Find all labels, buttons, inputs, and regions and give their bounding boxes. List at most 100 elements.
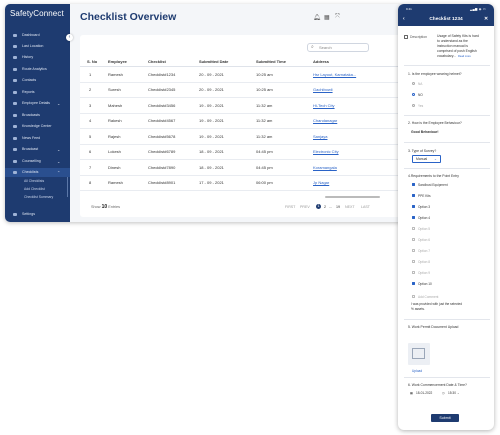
- address-link[interactable]: Sanjaya: [313, 134, 327, 139]
- sidebar-item-counselling[interactable]: Counselling ⌄: [5, 157, 70, 166]
- entries-selector[interactable]: Show 10 Entries: [91, 204, 120, 210]
- sidebar-item-contacts[interactable]: Contacts: [5, 76, 70, 85]
- requirement-checkbox[interactable]: [412, 260, 416, 264]
- sidebar-subitem-add-checklist[interactable]: Add Checklist: [24, 187, 45, 191]
- column-header[interactable]: Address: [313, 56, 403, 67]
- table-row[interactable]: 2 Suresh Checklist#2345 20 - 09 - 2021 10:25…: [80, 82, 403, 98]
- sidebar-item-reports[interactable]: Reports: [5, 88, 70, 97]
- requirement-checkbox[interactable]: [412, 249, 416, 253]
- survey-type-value: Manual: [416, 157, 428, 161]
- read-more-link[interactable]: Read more: [458, 55, 471, 58]
- requirement-checkbox[interactable]: [412, 282, 416, 286]
- comment-text[interactable]: % assets.: [411, 307, 425, 311]
- option-label: NA: [418, 82, 423, 86]
- commencement-date[interactable]: 18-01-2022: [416, 391, 432, 395]
- table-cell: Dinesh: [108, 159, 148, 176]
- table-cell: Chandanagar: [313, 113, 403, 129]
- address-link[interactable]: Hsr Layout, Karnataka...: [313, 72, 356, 77]
- add-comment-checkbox[interactable]: [412, 295, 416, 299]
- chevron-down-icon: ⌄: [57, 159, 61, 164]
- clock-icon[interactable]: ◷: [442, 391, 445, 395]
- sidebar-item-employee-details[interactable]: Employee Details ⌄: [5, 99, 70, 108]
- table-horizontal-scrollbar[interactable]: [325, 196, 380, 198]
- bell-icon[interactable]: 🔔︎: [313, 14, 321, 21]
- question-survey-type: 3. Type of Survey?: [408, 149, 437, 153]
- requirement-checkbox[interactable]: [412, 271, 416, 275]
- dashboard-icon: [13, 34, 17, 37]
- column-header[interactable]: Checklist: [148, 56, 199, 67]
- table-row[interactable]: 6 Lokesh Checklist#6789 18 - 09 - 2021 04:45…: [80, 144, 403, 160]
- behaviour-answer[interactable]: Good Behaviour!: [411, 130, 439, 134]
- table-row[interactable]: 7 Dinesh Checklist#7890 18 - 09 - 2021 04:45…: [80, 159, 403, 176]
- submit-button[interactable]: Submit: [431, 414, 459, 422]
- table-cell: Jp Nagar: [313, 175, 403, 191]
- table-row[interactable]: 4 Rakesh Checklist#4567 19 - 09 - 2021 11:32…: [80, 113, 403, 129]
- radio-yes[interactable]: [412, 104, 415, 107]
- calendar-icon[interactable]: ▦: [324, 14, 330, 21]
- sidebar-item-dashboard[interactable]: Dashboard: [5, 31, 70, 40]
- sidebar-subitem-checklist-summary[interactable]: Checklist Summary: [24, 195, 53, 199]
- search-input[interactable]: ⌕ Search: [307, 43, 369, 52]
- requirement-checkbox[interactable]: [412, 227, 416, 231]
- divider: [404, 142, 490, 143]
- requirement-checkbox[interactable]: [412, 205, 416, 209]
- sidebar-item-label: Broadcast: [22, 147, 39, 151]
- sidebar-item-route-analytics[interactable]: Route Analytics: [5, 65, 70, 74]
- column-header[interactable]: Submitted Date: [199, 56, 256, 67]
- reports-icon: [13, 91, 17, 94]
- sidebar-item-broadcast[interactable]: Broadcast ⌄: [5, 145, 70, 154]
- page-19-button[interactable]: 19: [336, 205, 340, 209]
- column-header[interactable]: S. No: [80, 56, 108, 67]
- table-cell: 20 - 09 - 2021: [199, 66, 256, 83]
- address-link[interactable]: Chandanagar: [313, 118, 337, 123]
- requirement-checkbox[interactable]: [412, 183, 416, 187]
- chevron-down-icon[interactable]: ⌄: [457, 391, 460, 395]
- table-row[interactable]: 8 Ramesh Checklist#8901 17 - 09 - 2021 06:00…: [80, 175, 403, 191]
- prev-page-button[interactable]: PREV: [300, 205, 310, 209]
- table-cell: 19 - 09 - 2021: [199, 128, 256, 145]
- table-row[interactable]: 1 Ramesh Checklist#1234 20 - 09 - 2021 10:25…: [80, 66, 403, 83]
- comment-text[interactable]: I was provided with just the selected: [411, 302, 462, 306]
- table-row[interactable]: 3 Mahesh Checklist#3456 19 - 09 - 2021 11:32…: [80, 97, 403, 114]
- sidebar-item-news-feed[interactable]: News Feed: [5, 134, 70, 143]
- address-link[interactable]: Gachibowli: [313, 87, 333, 92]
- sidebar-item-last-location[interactable]: Last Location: [5, 42, 70, 51]
- question-behaviour: 2. How is the Employee Behaviour?: [408, 121, 462, 125]
- image-placeholder-icon: [412, 348, 425, 359]
- first-page-button[interactable]: FIRST: [285, 205, 295, 209]
- upload-link[interactable]: Upload: [412, 369, 422, 373]
- sidebar-scrollbar[interactable]: [67, 177, 68, 197]
- requirement-checkbox[interactable]: [412, 216, 416, 220]
- sidebar-item-broadcasts[interactable]: Broadcasts: [5, 111, 70, 120]
- question-work-permit: 5. Work Permit Document Upload: [408, 325, 459, 329]
- entries-count[interactable]: 10: [102, 204, 108, 210]
- radio-no[interactable]: [412, 93, 415, 96]
- address-link[interactable]: Koramangala: [313, 165, 337, 170]
- survey-type-select[interactable]: Manual ⌄: [412, 155, 441, 163]
- last-page-button[interactable]: LAST: [361, 205, 370, 209]
- requirement-checkbox[interactable]: [412, 238, 416, 242]
- column-header[interactable]: Submitted Time: [256, 56, 313, 67]
- upload-box[interactable]: [408, 343, 430, 365]
- entries-label: Entries: [108, 205, 121, 209]
- table-row[interactable]: 5 Rajesh Checklist#5678 19 - 09 - 2021 11:32…: [80, 128, 403, 145]
- page-2-button[interactable]: 2: [324, 205, 326, 209]
- address-link[interactable]: Jp Nagar: [313, 180, 329, 185]
- address-link[interactable]: Electronic City: [313, 149, 339, 154]
- page-1-button[interactable]: 1: [316, 203, 321, 209]
- requirement-checkbox[interactable]: [412, 194, 416, 198]
- calendar-icon[interactable]: ▦: [410, 391, 413, 395]
- column-header[interactable]: Employee: [108, 56, 148, 67]
- address-link[interactable]: Hi-Tech City: [313, 103, 335, 108]
- commencement-time[interactable]: 15:30: [448, 391, 456, 395]
- divider: [404, 168, 490, 169]
- sidebar-item-settings[interactable]: Settings: [5, 210, 70, 219]
- sidebar-subitem-all-checklists[interactable]: All Checklists: [24, 179, 44, 183]
- sidebar-item-history[interactable]: History: [5, 53, 70, 62]
- radio-na[interactable]: [412, 82, 415, 85]
- sidebar-item-knowledge-center[interactable]: Knowledge Center: [5, 122, 70, 131]
- expand-icon[interactable]: ⤧: [335, 14, 340, 21]
- next-page-button[interactable]: NEXT: [345, 205, 355, 209]
- sidebar-item-checklists[interactable]: Checklists ⌃: [5, 168, 70, 177]
- close-icon[interactable]: ✕: [484, 16, 488, 22]
